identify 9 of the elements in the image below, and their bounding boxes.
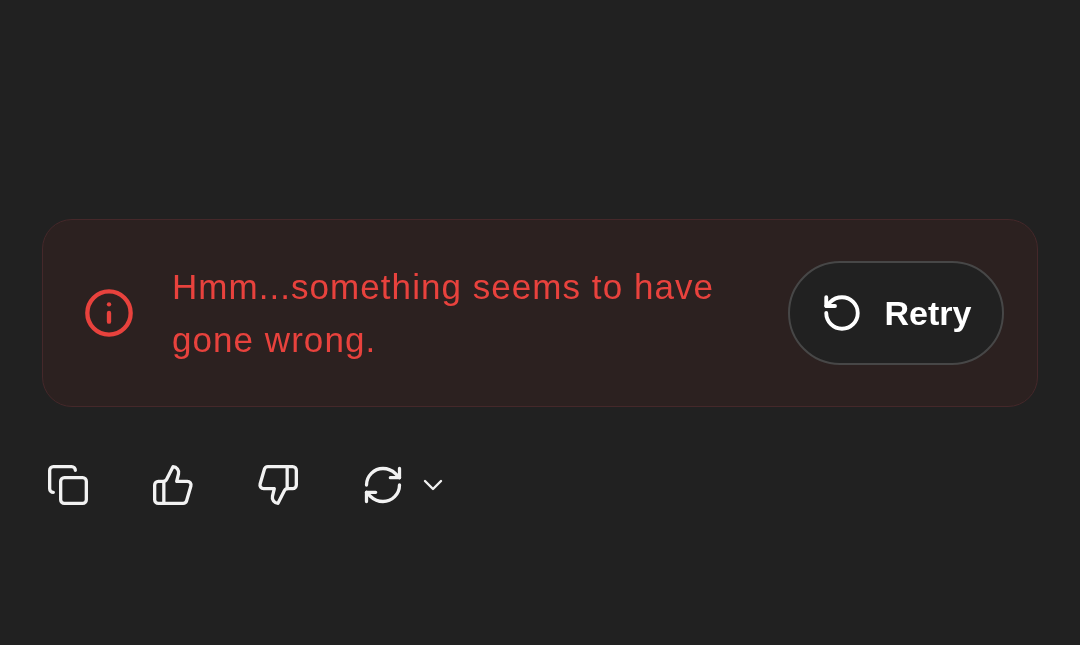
- copy-button[interactable]: [46, 463, 90, 507]
- thumbs-down-button[interactable]: [256, 463, 300, 507]
- info-icon: [83, 287, 135, 339]
- thumbs-up-button[interactable]: [151, 463, 195, 507]
- thumbs-up-icon: [151, 463, 195, 507]
- copy-icon: [46, 463, 90, 507]
- retry-button[interactable]: Retry: [788, 261, 1004, 365]
- error-message: Hmm...something seems to have gone wrong.: [172, 266, 716, 361]
- thumbs-down-icon: [256, 463, 300, 507]
